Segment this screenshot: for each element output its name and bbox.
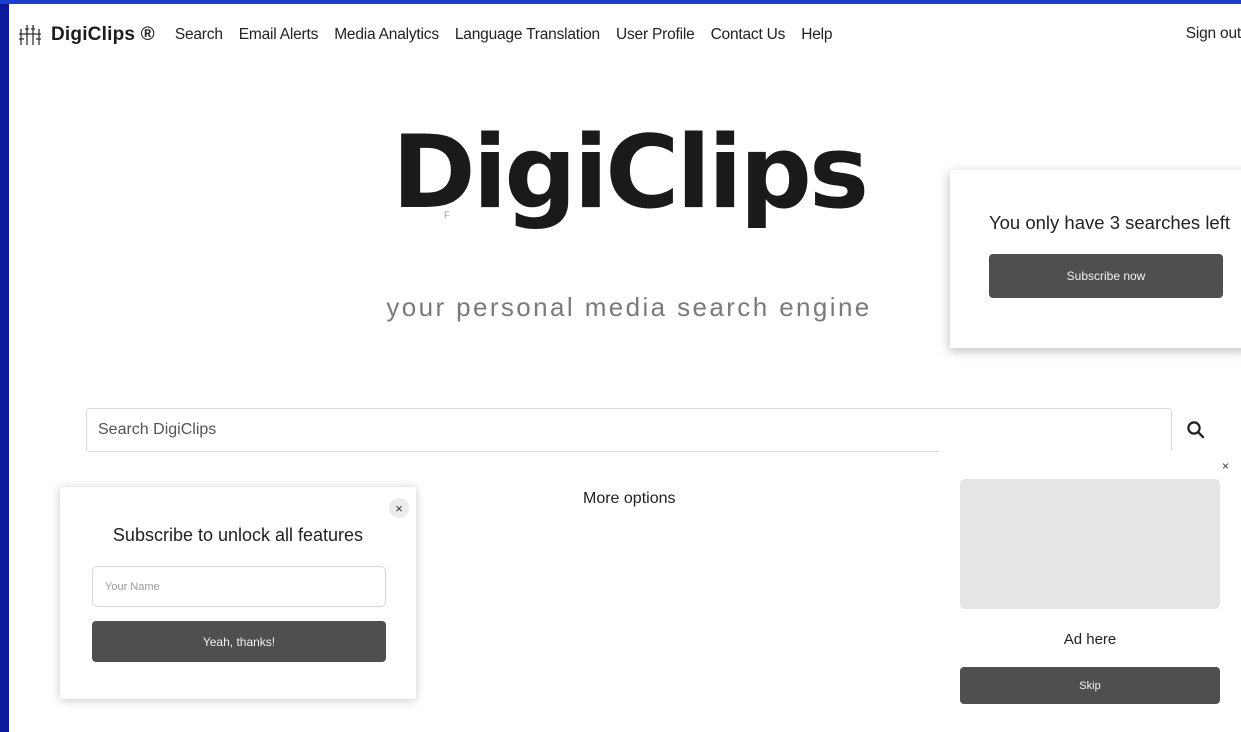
skip-button[interactable]: Skip	[960, 667, 1220, 704]
searches-left-message: You only have 3 searches left	[989, 212, 1231, 233]
nav-link-search[interactable]: Search	[175, 26, 223, 44]
more-options-link[interactable]: More options	[583, 490, 676, 508]
nav-link-email-alerts[interactable]: Email Alerts	[239, 26, 319, 44]
nav-links: Search Email Alerts Media Analytics Lang…	[175, 26, 848, 44]
nav-link-language-translation[interactable]: Language Translation	[455, 26, 600, 44]
search-icon[interactable]	[1186, 420, 1206, 440]
page: DigiClips ® Search Email Alerts Media An…	[9, 4, 1241, 732]
top-nav: DigiClips ® Search Email Alerts Media An…	[9, 4, 1241, 66]
nav-link-help[interactable]: Help	[801, 26, 832, 44]
nav-link-contact-us[interactable]: Contact Us	[711, 26, 786, 44]
ad-image-placeholder[interactable]	[960, 479, 1220, 609]
nav-link-user-profile[interactable]: User Profile	[616, 26, 695, 44]
search-input[interactable]	[86, 408, 1172, 452]
sign-out-link[interactable]: Sign out	[1186, 25, 1241, 43]
subscribe-now-button[interactable]: Subscribe now	[989, 254, 1223, 298]
hero-title: DigiClips	[391, 113, 869, 231]
subscribe-heading: Subscribe to unlock all features	[112, 525, 364, 545]
nav-link-media-analytics[interactable]: Media Analytics	[334, 26, 439, 44]
your-name-field[interactable]	[92, 566, 386, 607]
hero-ghost-text: F	[444, 210, 450, 220]
ad-label: Ad here	[1063, 631, 1117, 648]
yeah-thanks-button[interactable]: Yeah, thanks!	[92, 621, 386, 662]
ad-close-icon[interactable]: ×	[1222, 459, 1229, 473]
digiclips-logo-icon	[19, 25, 41, 45]
search-limit-card: You only have 3 searches left Subscribe …	[950, 170, 1241, 348]
brand-name: DigiClips ®	[51, 24, 155, 45]
brand[interactable]: DigiClips ®	[18, 23, 155, 47]
subscribe-popup: × Subscribe to unlock all features Yeah,…	[60, 487, 416, 699]
ad-panel: × Ad here Skip	[939, 451, 1241, 732]
hero-tagline: your personal media search engine	[386, 292, 872, 322]
close-icon[interactable]: ×	[389, 498, 409, 518]
